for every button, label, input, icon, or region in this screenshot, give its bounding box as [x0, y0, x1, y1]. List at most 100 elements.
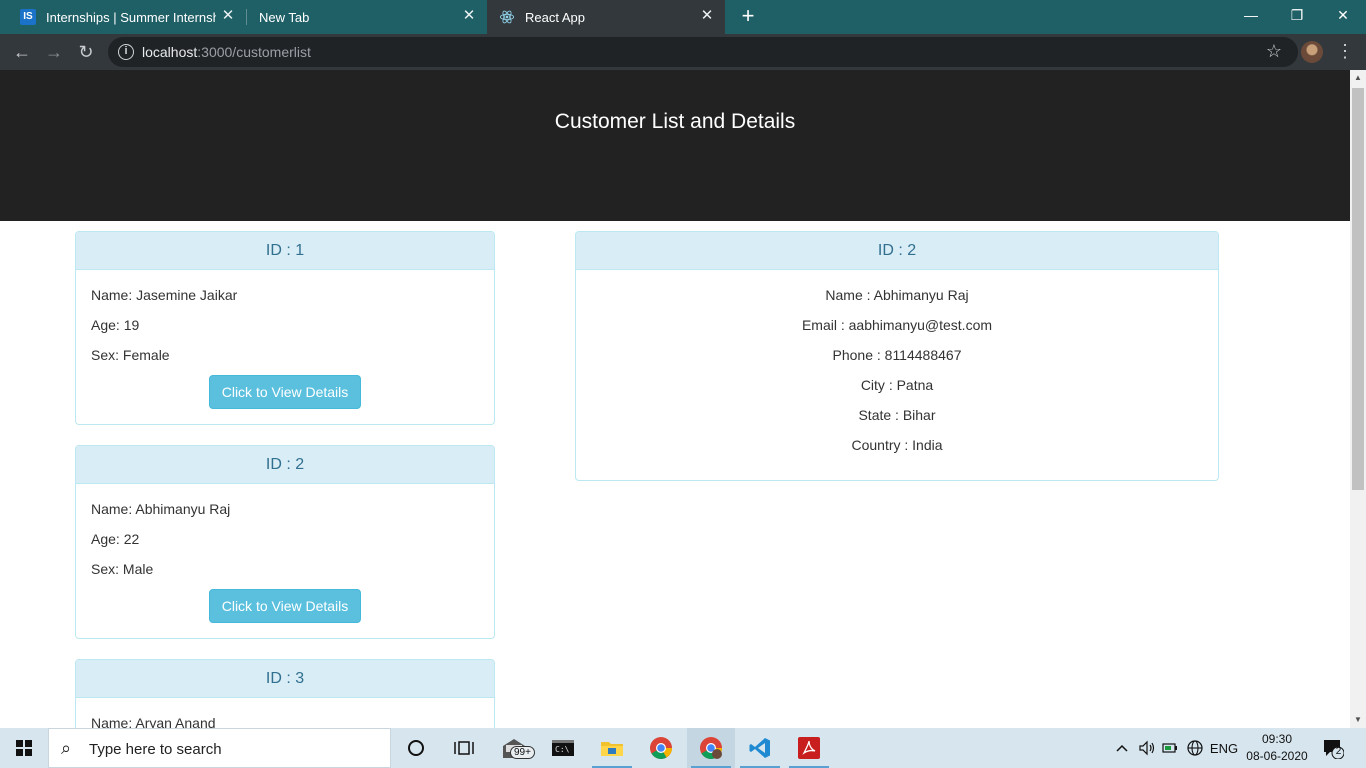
- tab-close-icon[interactable]: ✕: [699, 8, 715, 24]
- forward-arrow-icon[interactable]: →: [42, 40, 66, 64]
- mail-badge: 99+: [510, 746, 535, 759]
- notification-count: 2: [1335, 746, 1342, 757]
- chevron-up-icon: [1116, 744, 1128, 752]
- scrollbar-thumb[interactable]: [1352, 88, 1364, 490]
- customer-age: Age: 22: [91, 531, 140, 547]
- customer-card: ID : 2 Name: Abhimanyu Raj Age: 22 Sex: …: [75, 445, 495, 639]
- internshala-icon: IS: [20, 9, 36, 25]
- new-tab-button[interactable]: +: [736, 4, 760, 28]
- speaker-icon: [1139, 740, 1155, 756]
- site-info-icon[interactable]: i: [118, 44, 134, 60]
- terminal-app-icon[interactable]: C:\: [539, 728, 587, 768]
- search-icon: ⌕: [61, 738, 72, 758]
- url-host: localhost: [142, 44, 198, 60]
- restore-button[interactable]: ❐: [1274, 0, 1320, 30]
- cortana-icon[interactable]: [392, 728, 440, 768]
- details-country: Country : India: [851, 437, 943, 453]
- network-icon[interactable]: [1184, 728, 1206, 768]
- chrome-profile-app-icon[interactable]: [687, 728, 735, 768]
- window-close-button[interactable]: ✕: [1320, 0, 1366, 30]
- browser-menu-icon[interactable]: ⋮: [1336, 41, 1354, 63]
- customer-card-id: ID : 1: [76, 232, 494, 270]
- customer-card-id: ID : 3: [76, 660, 494, 698]
- customer-sex: Sex: Male: [91, 561, 154, 577]
- task-view-glyph-icon: [454, 741, 474, 755]
- tab-close-icon[interactable]: ✕: [220, 8, 236, 24]
- volume-icon[interactable]: [1136, 728, 1158, 768]
- action-center-icon[interactable]: 2: [1322, 737, 1345, 760]
- taskbar-search[interactable]: ⌕ Type here to search: [48, 728, 391, 768]
- browser-tab-strip: IS Internships | Summer Internship ✕ New…: [0, 0, 1366, 34]
- scroll-down-icon[interactable]: ▼: [1350, 712, 1366, 728]
- acrobat-app-icon[interactable]: [785, 728, 833, 768]
- customer-card-id: ID : 2: [76, 446, 494, 484]
- tab-internships[interactable]: IS Internships | Summer Internship ✕: [8, 0, 246, 34]
- acrobat-icon: [798, 737, 820, 759]
- scroll-up-icon[interactable]: ▲: [1350, 70, 1366, 86]
- cortana-circle-icon: [408, 740, 424, 756]
- details-body: Name : Abhimanyu Raj Email : aabhimanyu@…: [576, 270, 1218, 474]
- terminal-icon: C:\: [552, 740, 574, 756]
- customer-card-body: Name: Aryan Anand: [76, 698, 494, 728]
- chrome-app-icon[interactable]: [637, 728, 685, 768]
- mail-app-icon[interactable]: 99+: [490, 728, 538, 768]
- tab-title: New Tab: [259, 9, 310, 25]
- page-header: Customer List and Details: [0, 70, 1350, 221]
- clock[interactable]: 09:30 08-06-2020: [1246, 731, 1308, 765]
- details-name: Name : Abhimanyu Raj: [825, 287, 969, 303]
- page-title: Customer List and Details: [554, 110, 796, 133]
- battery-glyph-icon: [1162, 743, 1177, 753]
- address-bar[interactable]: i localhost:3000/customerlist ☆: [108, 37, 1298, 67]
- customer-name: Name: Aryan Anand: [91, 715, 216, 728]
- customer-card-body: Name: Jasemine Jaikar Age: 19 Sex: Femal…: [76, 270, 494, 424]
- chrome-profile-icon: [700, 737, 722, 759]
- details-city: City : Patna: [860, 377, 934, 393]
- details-id: ID : 2: [576, 232, 1218, 270]
- customer-card: ID : 1 Name: Jasemine Jaikar Age: 19 Sex…: [75, 231, 495, 425]
- view-details-button[interactable]: Click to View Details: [209, 589, 361, 623]
- page-viewport: Customer List and Details ID : 1 Name: J…: [0, 70, 1350, 728]
- battery-icon[interactable]: [1160, 728, 1182, 768]
- tab-title: Internships | Summer Internship: [46, 9, 216, 25]
- show-hidden-icons-icon[interactable]: [1112, 728, 1132, 768]
- tab-new-tab[interactable]: New Tab ✕: [247, 0, 487, 34]
- details-phone: Phone : 8114488467: [832, 347, 962, 363]
- browser-toolbar: ← → ↻ i localhost:3000/customerlist ☆: [0, 34, 1366, 70]
- clock-time: 09:30: [1261, 732, 1293, 746]
- globe-icon: [1187, 740, 1203, 756]
- back-arrow-icon[interactable]: ←: [10, 40, 34, 64]
- folder-icon: [601, 742, 623, 756]
- tab-title: React App: [525, 9, 585, 25]
- tab-close-icon[interactable]: ✕: [461, 8, 477, 24]
- url-path: :3000/customerlist: [197, 44, 311, 60]
- minimize-button[interactable]: —: [1228, 0, 1274, 30]
- customer-name: Name: Abhimanyu Raj: [91, 501, 231, 517]
- vscode-app-icon[interactable]: [736, 728, 784, 768]
- details-email: Email : aabhimanyu@test.com: [801, 317, 993, 333]
- search-placeholder: Type here to search: [89, 741, 222, 758]
- clock-date: 08-06-2020: [1246, 749, 1308, 763]
- view-details-button[interactable]: Click to View Details: [209, 375, 361, 409]
- url-text: localhost:3000/customerlist: [142, 44, 311, 60]
- windows-logo-icon: [16, 740, 32, 756]
- customer-card-body: Name: Abhimanyu Raj Age: 22 Sex: Male Cl…: [76, 484, 494, 638]
- customer-name: Name: Jasemine Jaikar: [91, 287, 238, 303]
- page-scrollbar[interactable]: ▲ ▼: [1350, 70, 1366, 728]
- file-explorer-icon[interactable]: [588, 728, 636, 768]
- start-button[interactable]: [0, 728, 48, 768]
- bookmark-star-icon[interactable]: ☆: [1266, 41, 1282, 62]
- chrome-icon: [650, 737, 672, 759]
- details-state: State : Bihar: [858, 407, 936, 423]
- customer-details-panel: ID : 2 Name : Abhimanyu Raj Email : aabh…: [575, 231, 1219, 481]
- customer-card: ID : 3 Name: Aryan Anand: [75, 659, 495, 728]
- svg-text:C:\: C:\: [555, 745, 570, 754]
- taskbar: ⌕ Type here to search 99+ C:\ ENG 09:30 …: [0, 728, 1366, 768]
- profile-avatar[interactable]: [1301, 41, 1323, 63]
- language-indicator[interactable]: ENG: [1208, 728, 1240, 768]
- reload-icon[interactable]: ↻: [74, 40, 98, 64]
- tab-react-app[interactable]: React App ✕: [487, 0, 725, 34]
- customer-sex: Sex: Female: [91, 347, 170, 363]
- task-view-icon[interactable]: [440, 728, 488, 768]
- vscode-icon: [749, 738, 770, 758]
- react-icon: [499, 10, 515, 24]
